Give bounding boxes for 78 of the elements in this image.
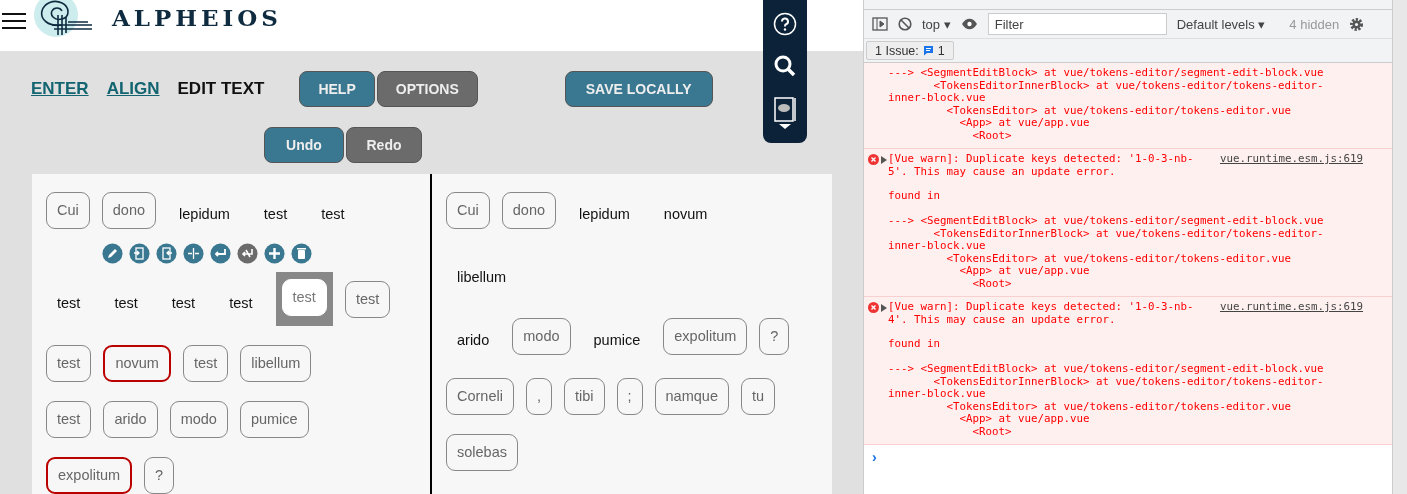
token[interactable]: test	[103, 284, 149, 322]
token[interactable]: expolitum	[46, 456, 133, 494]
token[interactable]: novum	[103, 344, 171, 382]
token[interactable]: test	[310, 196, 356, 233]
token[interactable]: libellum	[446, 259, 518, 296]
help-icon[interactable]	[773, 12, 797, 36]
message-summary: [Vue warn]: Duplicate keys detected: '1-0-3-nb- 4'. This may cause an update error.	[888, 301, 1194, 326]
message-text: ---> <SegmentEditBlock> at vue/tokens-editor/segment-edit-block.vue <TokensEditorInnerBlock> at vue/tokens-editor/tokens-editor- inner-block.vue <TokensEditor> at vue/tokens-editor/tokens-editor.vue <App> at vue/app.vue <Root>	[888, 67, 1325, 142]
token[interactable]: Corneli	[446, 377, 514, 415]
token[interactable]: ?	[144, 456, 175, 494]
token[interactable]: lepidum	[168, 196, 241, 233]
redo-button[interactable]: Redo	[346, 127, 422, 163]
token[interactable]: pumice	[239, 400, 309, 438]
token[interactable]: pumice	[582, 322, 652, 359]
pencil-icon[interactable]	[102, 243, 123, 264]
nav-tab[interactable]: EDIT TEXT	[177, 79, 265, 99]
token[interactable]: solebas	[446, 433, 518, 471]
token[interactable]: modo	[169, 400, 228, 438]
issues-button[interactable]: 1 Issue: 1	[866, 41, 954, 60]
error-icon	[868, 154, 879, 165]
token[interactable]: test	[218, 284, 264, 322]
filter-field[interactable]: Filter	[987, 13, 1167, 35]
token[interactable]: test	[252, 196, 299, 233]
token[interactable]: namque	[654, 377, 729, 415]
source-link[interactable]: vue.runtime.esm.js:619	[1220, 153, 1363, 166]
help-button[interactable]: HELP	[299, 71, 375, 107]
menu-icon[interactable]	[2, 11, 26, 30]
message-text: found in ---> <SegmentEditBlock> at vue/tokens-editor/segment-edit-block.vue <TokensEditorInnerBlock> at vue/tokens-editor/tokens-editor- inner-block.vue <TokensEditor> at vue/tokens-editor/tokens-editor.vue <App> at vue/app.vue <Root>	[888, 338, 1325, 438]
nav-tab[interactable]: ENTER	[31, 79, 89, 99]
token[interactable]: test	[344, 280, 391, 318]
eye-icon[interactable]	[960, 18, 978, 30]
plus-icon[interactable]	[264, 243, 285, 264]
token[interactable]: dono	[501, 192, 557, 229]
merge-right-icon[interactable]	[156, 243, 177, 264]
levels-select[interactable]: Default levels ▾	[1176, 16, 1266, 32]
message-text: found in ---> <SegmentEditBlock> at vue/tokens-editor/segment-edit-block.vue <TokensEditorInnerBlock> at vue/tokens-editor/tokens-editor- inner-block.vue <TokensEditor> at vue/tokens-editor/tokens-editor.vue <App> at vue/app.vue <Root>	[888, 190, 1325, 290]
expand-icon[interactable]	[881, 156, 887, 164]
message-summary: [Vue warn]: Duplicate keys detected: '1-0-3-nb- 5'. This may cause an update error.	[888, 153, 1194, 178]
token[interactable]: ,	[525, 377, 552, 415]
token[interactable]: lepidum	[568, 196, 641, 233]
token[interactable]: arido	[103, 400, 158, 438]
message-icon	[922, 45, 934, 56]
save-button[interactable]: SAVE LOCALLY	[564, 71, 713, 107]
undo-button[interactable]: Undo	[264, 127, 344, 163]
sidebar-toggle-icon[interactable]	[872, 17, 888, 31]
brand-logo: ALPHEIOS	[112, 4, 282, 31]
merge-left-icon[interactable]	[129, 243, 150, 264]
nav-tab[interactable]: ALIGN	[106, 79, 160, 99]
token[interactable]: dono	[101, 192, 157, 229]
token[interactable]: ;	[616, 377, 643, 415]
token[interactable]: tibi	[563, 377, 605, 415]
token[interactable]: Cui	[446, 192, 490, 229]
token[interactable]: novum	[652, 196, 719, 233]
options-button[interactable]: OPTIONS	[376, 71, 478, 107]
context-select[interactable]: top ▾	[922, 16, 951, 32]
token[interactable]: modo	[512, 318, 571, 355]
token[interactable]: test	[46, 344, 92, 382]
trash-icon[interactable]	[291, 243, 312, 264]
settings-icon[interactable]	[1349, 16, 1365, 32]
token[interactable]: test	[160, 284, 207, 322]
token[interactable]: expolitum	[663, 318, 748, 355]
expand-icon[interactable]	[881, 304, 887, 312]
search-icon[interactable]	[773, 54, 797, 78]
token[interactable]: tu	[740, 377, 776, 415]
hidden-count: 4 hidden	[1289, 16, 1340, 32]
token[interactable]: arido	[446, 322, 501, 359]
token[interactable]: Cui	[46, 192, 90, 229]
token[interactable]: ?	[759, 318, 790, 355]
split-icon[interactable]	[183, 243, 204, 264]
book-icon[interactable]	[773, 96, 797, 130]
clear-icon[interactable]	[898, 17, 912, 31]
token[interactable]: test	[281, 279, 327, 316]
token[interactable]: test	[46, 284, 92, 322]
token[interactable]: test	[46, 400, 92, 438]
token[interactable]: test	[182, 344, 229, 382]
source-link[interactable]: vue.runtime.esm.js:619	[1220, 301, 1363, 314]
token[interactable]: libellum	[240, 344, 312, 382]
error-icon	[868, 302, 879, 313]
